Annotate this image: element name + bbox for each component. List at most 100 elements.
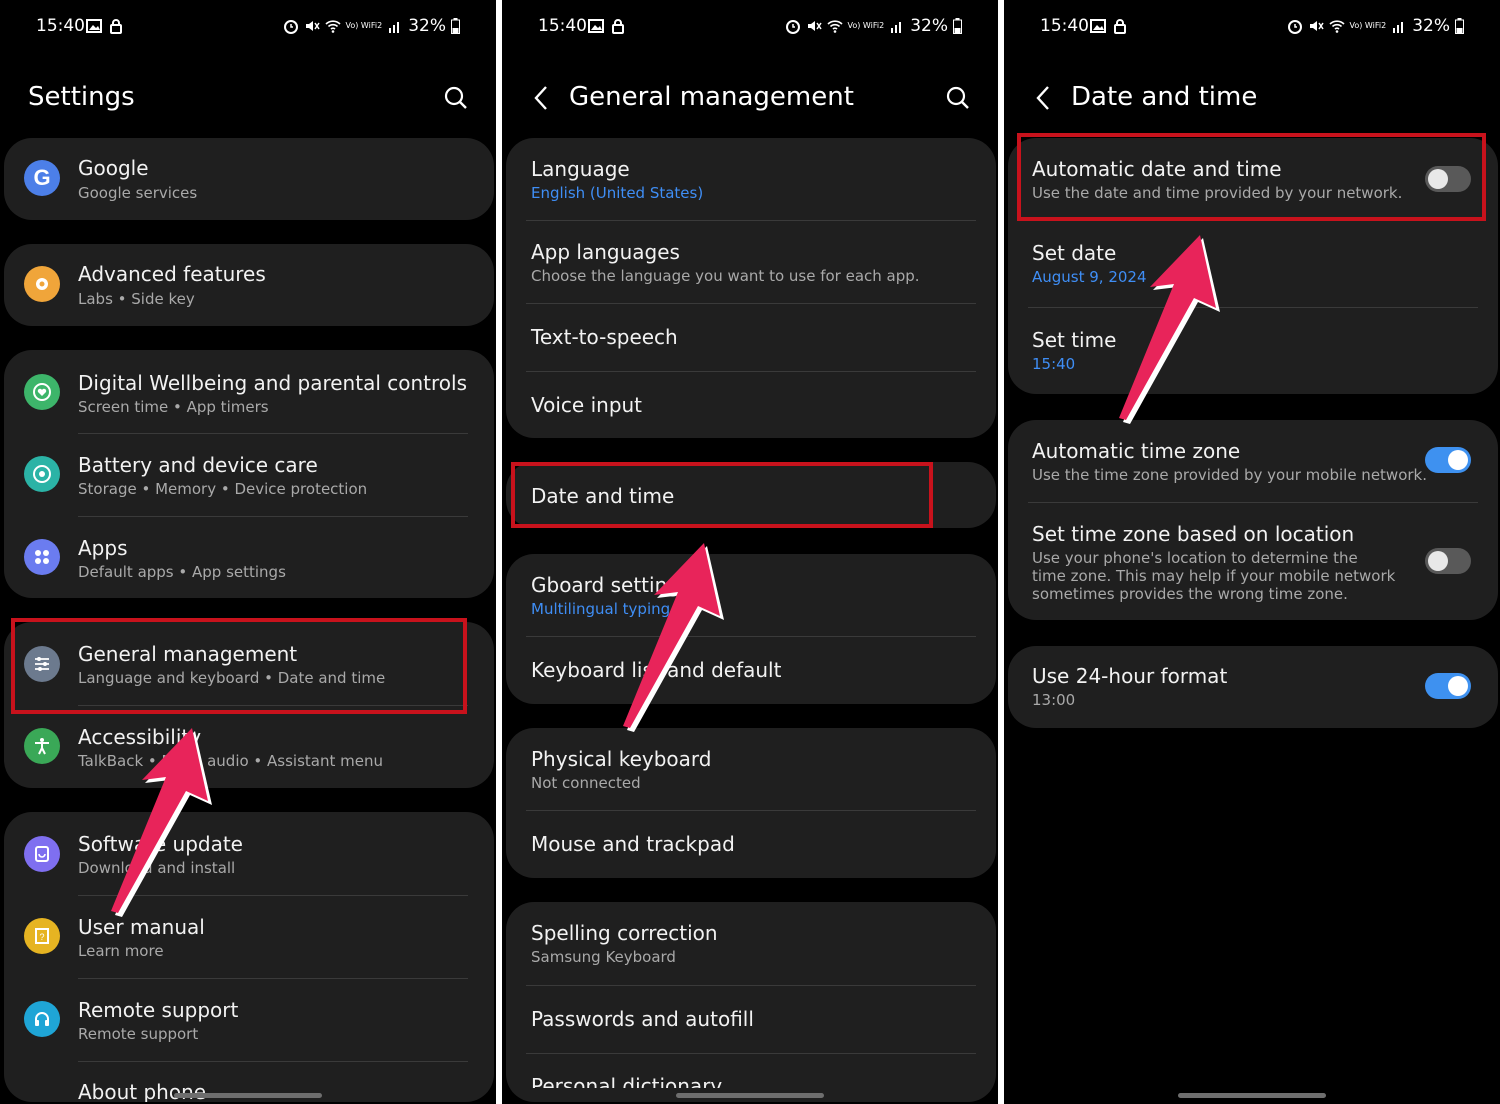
settings-item-software-update[interactable]: Software update Download and install bbox=[4, 812, 494, 895]
puzzle-icon bbox=[24, 266, 60, 302]
auto-datetime-toggle[interactable] bbox=[1425, 166, 1471, 192]
home-indicator[interactable] bbox=[1178, 1093, 1326, 1098]
settings-item-digital-wellbeing[interactable]: Digital Wellbeing and parental controls … bbox=[4, 350, 494, 433]
page-title: Date and time bbox=[1071, 82, 1258, 112]
item-language[interactable]: Language English (United States) bbox=[506, 138, 996, 221]
apps-icon bbox=[24, 539, 60, 575]
settings-header: Settings bbox=[0, 78, 496, 122]
item-text-to-speech[interactable]: Text-to-speech bbox=[506, 304, 996, 371]
settings-card: Gboard settings Multilingual typing Keyb… bbox=[506, 554, 996, 704]
wellbeing-icon bbox=[24, 374, 60, 410]
item-app-languages[interactable]: App languages Choose the language you wa… bbox=[506, 221, 996, 303]
settings-card: Use 24-hour format 13:00 bbox=[1008, 646, 1498, 728]
settings-item-remote-support[interactable]: Remote support Remote support bbox=[4, 979, 494, 1061]
home-indicator[interactable] bbox=[174, 1093, 322, 1098]
date-and-time-screen: 15:40 Vo) WiFi2 32% Date and time Automa… bbox=[1004, 0, 1500, 1104]
timezone-location-toggle[interactable] bbox=[1425, 548, 1471, 574]
lock-icon bbox=[1114, 19, 1126, 34]
settings-screen: 15:40 Vo) WiFi2 32% Settings G Google Go… bbox=[0, 0, 496, 1104]
sliders-icon bbox=[24, 646, 60, 682]
mute-icon bbox=[807, 21, 822, 31]
item-personal-dictionary[interactable]: Personal dictionary bbox=[506, 1054, 996, 1088]
mute-icon bbox=[1309, 21, 1324, 31]
manual-icon: ? bbox=[24, 918, 60, 954]
volte-label: Vo) WiFi2 bbox=[345, 21, 383, 30]
status-bar: 15:40 Vo) WiFi2 32% bbox=[0, 14, 496, 42]
date-time-header: Date and time bbox=[1004, 78, 1500, 122]
settings-card: G Google Google services bbox=[4, 138, 494, 220]
status-bar: 15:40 Vo) WiFi2 32% bbox=[502, 14, 998, 42]
wifi-icon bbox=[826, 20, 843, 33]
gallery-icon bbox=[588, 19, 604, 33]
battery-icon bbox=[1455, 18, 1464, 34]
item-physical-keyboard[interactable]: Physical keyboard Not connected bbox=[506, 728, 996, 811]
settings-item-user-manual[interactable]: ? User manual Learn more bbox=[4, 896, 494, 978]
item-gboard-settings[interactable]: Gboard settings Multilingual typing bbox=[506, 554, 996, 637]
settings-card: Advanced features Labs • Side key bbox=[4, 244, 494, 326]
settings-card: Automatic time zone Use the time zone pr… bbox=[1008, 420, 1498, 620]
settings-item-apps[interactable]: Apps Default apps • App settings bbox=[4, 517, 494, 598]
settings-item-accessibility[interactable]: Accessibility TalkBack • Mono audio • As… bbox=[4, 706, 494, 788]
settings-card: Software update Download and install ? U… bbox=[4, 812, 494, 1102]
volte-label: Vo) WiFi2 bbox=[1349, 21, 1387, 30]
status-time: 15:40 bbox=[1040, 16, 1089, 36]
volte-label: Vo) WiFi2 bbox=[847, 21, 885, 30]
item-mouse-trackpad[interactable]: Mouse and trackpad bbox=[506, 811, 996, 878]
settings-card: General management Language and keyboard… bbox=[4, 622, 494, 788]
alarm-icon bbox=[785, 20, 800, 34]
settings-card: Language English (United States) App lan… bbox=[506, 138, 996, 438]
accessibility-icon bbox=[24, 728, 60, 764]
general-management-screen: 15:40 Vo) WiFi2 32% General management L… bbox=[502, 0, 998, 1104]
gallery-icon bbox=[1090, 19, 1106, 33]
search-icon[interactable] bbox=[440, 82, 472, 114]
home-indicator[interactable] bbox=[676, 1093, 824, 1098]
item-24-hour-format[interactable]: Use 24-hour format 13:00 bbox=[1008, 646, 1498, 728]
signal-icon bbox=[389, 22, 400, 33]
item-keyboard-list[interactable]: Keyboard list and default bbox=[506, 637, 996, 704]
mute-icon bbox=[305, 21, 320, 31]
status-time: 15:40 bbox=[538, 16, 587, 36]
item-voice-input[interactable]: Voice input bbox=[506, 372, 996, 438]
back-arrow-icon[interactable] bbox=[1028, 82, 1060, 114]
item-set-time[interactable]: Set time 15:40 bbox=[1008, 308, 1498, 394]
settings-card: Physical keyboard Not connected Mouse an… bbox=[506, 728, 996, 878]
settings-card: Spelling correction Samsung Keyboard Pas… bbox=[506, 902, 996, 1102]
gallery-icon bbox=[86, 19, 102, 33]
auto-timezone-toggle[interactable] bbox=[1425, 447, 1471, 473]
settings-card: Automatic date and time Use the date and… bbox=[1008, 138, 1498, 394]
item-spelling-correction[interactable]: Spelling correction Samsung Keyboard bbox=[506, 902, 996, 985]
settings-card: Date and time bbox=[506, 462, 996, 528]
lock-icon bbox=[110, 19, 122, 34]
item-passwords-autofill[interactable]: Passwords and autofill bbox=[506, 986, 996, 1053]
wifi-icon bbox=[1328, 20, 1345, 33]
battery-icon bbox=[451, 18, 460, 34]
item-date-and-time[interactable]: Date and time bbox=[506, 462, 996, 528]
signal-icon bbox=[1393, 22, 1404, 33]
search-icon[interactable] bbox=[942, 82, 974, 114]
headset-icon bbox=[24, 1001, 60, 1037]
settings-item-general-management[interactable]: General management Language and keyboard… bbox=[4, 622, 494, 705]
back-arrow-icon[interactable] bbox=[526, 82, 558, 114]
general-management-header: General management bbox=[502, 78, 998, 122]
wifi-icon bbox=[324, 20, 341, 33]
page-title: General management bbox=[569, 82, 854, 112]
page-title: Settings bbox=[28, 82, 135, 112]
status-time: 15:40 bbox=[36, 16, 85, 36]
item-automatic-time-zone[interactable]: Automatic time zone Use the time zone pr… bbox=[1008, 420, 1498, 503]
item-automatic-date-time[interactable]: Automatic date and time Use the date and… bbox=[1008, 138, 1498, 221]
format24-toggle[interactable] bbox=[1425, 673, 1471, 699]
settings-item-google[interactable]: G Google Google services bbox=[4, 138, 494, 220]
settings-item-advanced-features[interactable]: Advanced features Labs • Side key bbox=[4, 244, 494, 326]
google-icon: G bbox=[24, 160, 60, 196]
battery-percent: 32% bbox=[910, 16, 948, 36]
svg-text:?: ? bbox=[39, 932, 44, 942]
item-timezone-by-location[interactable]: Set time zone based on location Use your… bbox=[1008, 503, 1498, 620]
alarm-icon bbox=[1287, 20, 1302, 34]
battery-icon bbox=[953, 18, 962, 34]
battery-percent: 32% bbox=[408, 16, 446, 36]
item-set-date[interactable]: Set date August 9, 2024 bbox=[1008, 222, 1498, 307]
signal-icon bbox=[891, 22, 902, 33]
settings-item-battery[interactable]: Battery and device care Storage • Memory… bbox=[4, 434, 494, 516]
alarm-icon bbox=[283, 20, 298, 34]
lock-icon bbox=[612, 19, 624, 34]
